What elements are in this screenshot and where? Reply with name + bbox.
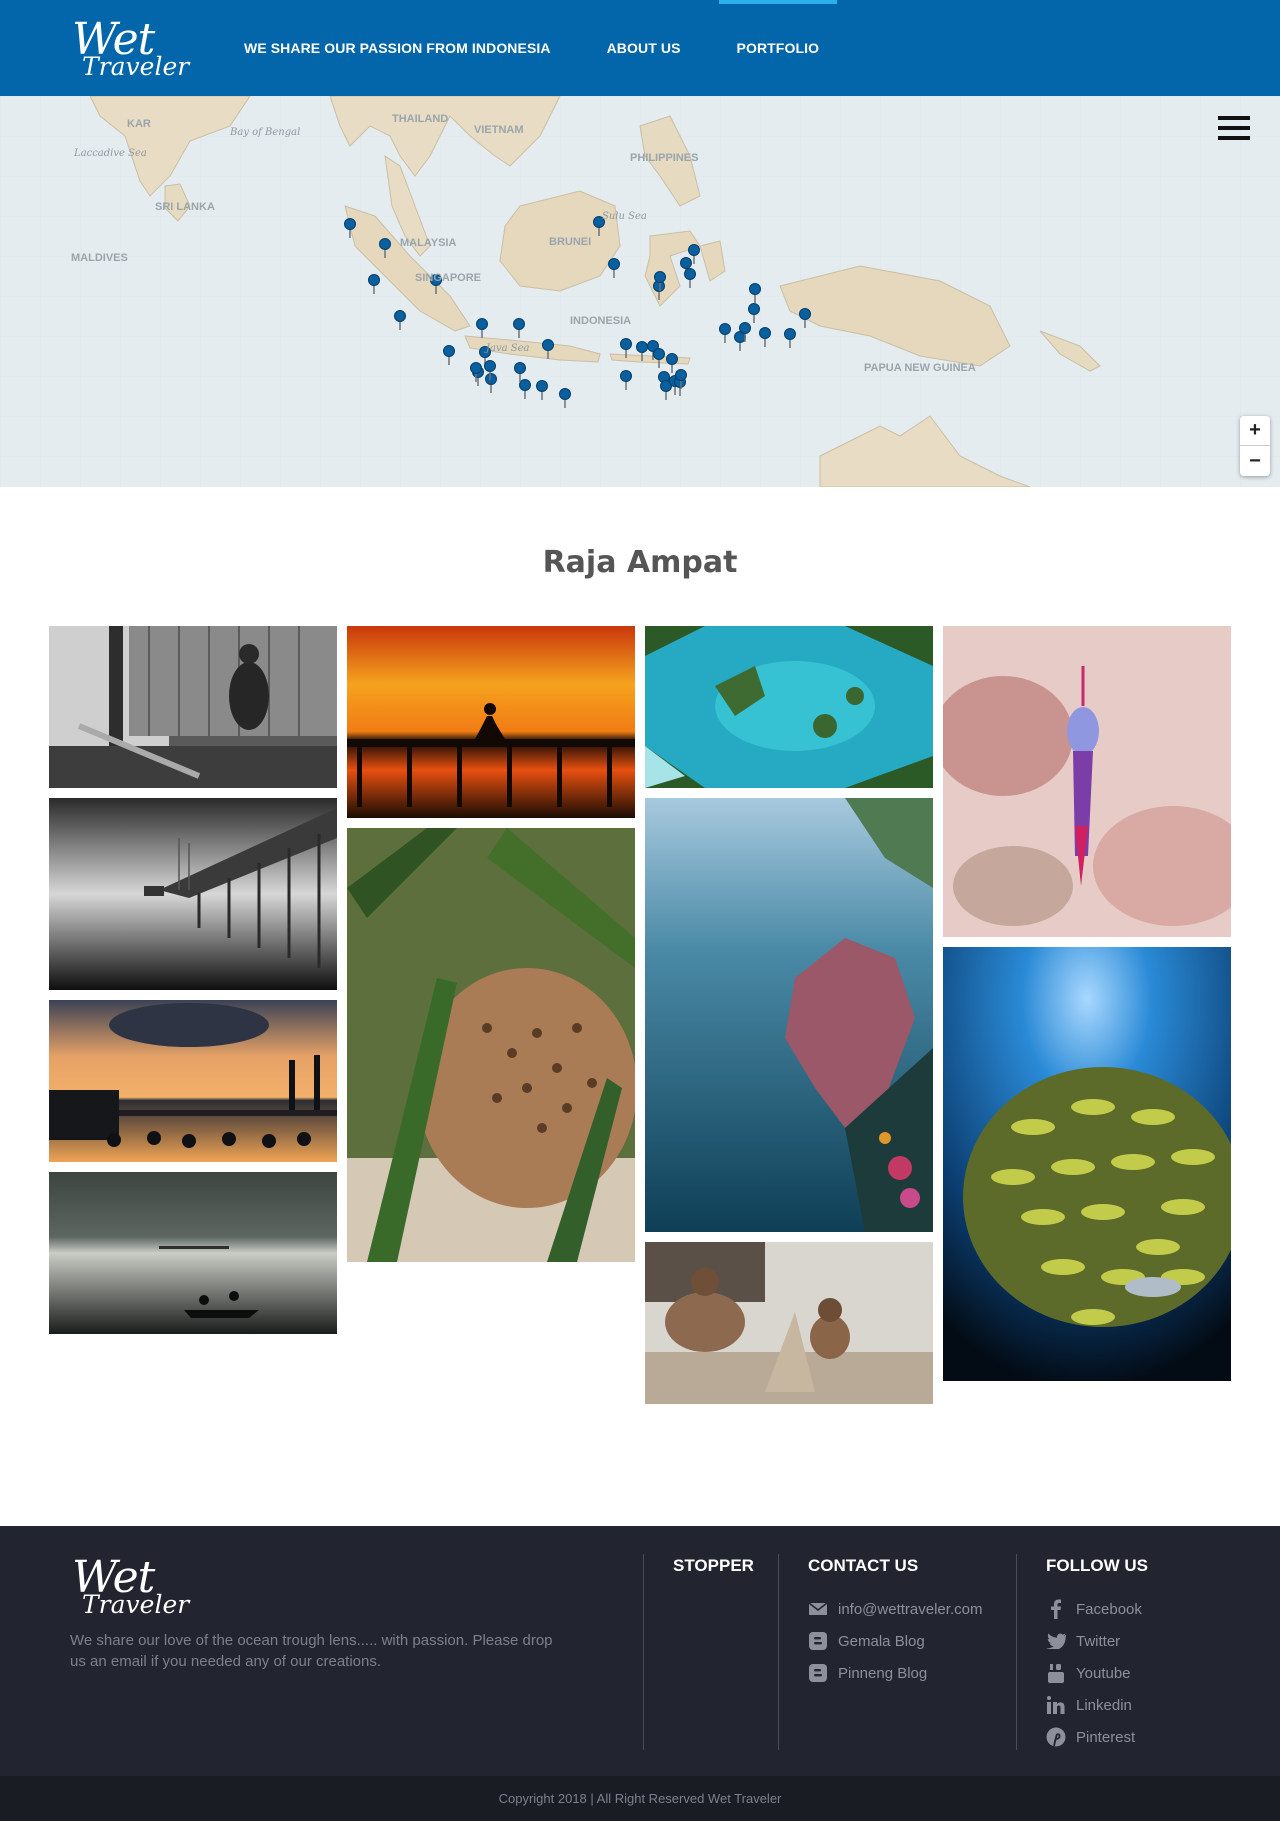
facebook-icon [1046,1599,1066,1619]
photo-soft-coral-underwater[interactable] [645,798,933,1232]
site-logo[interactable]: Wet Traveler [72,18,189,80]
youtube-icon [1046,1663,1066,1683]
linkedin-link[interactable]: Linkedin [1046,1695,1132,1715]
footer-logo[interactable]: Wet Traveler [72,1556,189,1618]
map-label: Sulu Sea [602,211,647,222]
map-label: KAR [127,118,151,130]
pinneng-blog-link[interactable]: Pinneng Blog [808,1663,927,1683]
pinterest-icon [1046,1727,1066,1747]
copyright-text: Copyright 2018 | All Right Reserved Wet … [498,1791,782,1806]
map-label: INDONESIA [570,315,632,327]
zoom-controls: + − [1240,416,1270,476]
twitter-link[interactable]: Twitter [1046,1631,1120,1651]
pinterest-link[interactable]: Pinterest [1046,1727,1135,1747]
zoom-in-button[interactable]: + [1240,416,1270,446]
photo-wobbegong-shark-seagrass[interactable] [347,828,635,1262]
youtube-link[interactable]: Youtube [1046,1663,1131,1683]
page-title: Raja Ampat [542,545,738,580]
hamburger-icon[interactable] [1218,116,1250,142]
copyright-bar: Copyright 2018 | All Right Reserved Wet … [0,1776,1280,1821]
photo-meditation-pier-sunset[interactable] [347,626,635,818]
follow-heading: FOLLOW US [1046,1556,1148,1575]
map-label: MALAYSIA [400,237,457,249]
main-nav: WE SHARE OUR PASSION FROM INDONESIA ABOU… [226,0,837,96]
footer-divider [1016,1554,1017,1750]
nav-item-passion[interactable]: WE SHARE OUR PASSION FROM INDONESIA [226,0,569,96]
contact-heading: CONTACT US [808,1556,919,1575]
map-label: BRUNEI [549,236,592,248]
envelope-icon [808,1599,828,1619]
linkedin-icon [1046,1695,1066,1715]
nav-item-portfolio[interactable]: PORTFOLIO [718,0,838,96]
photo-school-of-sweetlips[interactable] [943,947,1231,1381]
map-label: PAPUA NEW GUINEA [864,362,976,374]
photo-boys-sand-castle[interactable] [645,1242,933,1404]
map-label: VIETNAM [474,124,524,136]
contact-email-link[interactable]: info@wettraveler.com [808,1599,982,1619]
twitter-icon [1046,1631,1066,1651]
photo-man-wooden-house[interactable] [49,626,337,788]
map-label: THAILAND [392,113,449,125]
blogger-icon [808,1631,828,1651]
photo-canoe-silver-sea[interactable] [49,1172,337,1334]
site-header: Wet Traveler WE SHARE OUR PASSION FROM I… [0,0,1280,96]
blogger-icon [808,1663,828,1683]
photo-people-in-water-sunset[interactable] [49,1000,337,1162]
map-label: SRI LANKA [155,201,215,213]
map-label: PHILIPPINES [630,152,699,164]
photo-bw-jetty[interactable] [49,798,337,990]
map-label: MALDIVES [71,252,128,264]
photo-aerial-lagoon[interactable] [645,626,933,788]
map-label: SINGAPORE [415,272,482,284]
site-footer: Wet Traveler We share our love of the oc… [0,1526,1280,1776]
nav-item-about-us[interactable]: ABOUT US [589,0,699,96]
zoom-out-button[interactable]: − [1240,446,1270,476]
location-map[interactable]: KAR Bay of Bengal THAILAND VIETNAM Lacca… [0,96,1280,487]
stopper-heading: STOPPER [673,1556,754,1575]
map-label: Java Sea [486,343,530,354]
footer-divider [643,1554,644,1750]
footer-divider [778,1554,779,1750]
map-label: Laccadive Sea [74,148,147,159]
map-label: Bay of Bengal [230,127,301,138]
footer-description: We share our love of the ocean trough le… [70,1632,553,1670]
photo-nudibranch-pink[interactable] [943,626,1231,937]
gemala-blog-link[interactable]: Gemala Blog [808,1631,925,1651]
facebook-link[interactable]: Facebook [1046,1599,1142,1619]
